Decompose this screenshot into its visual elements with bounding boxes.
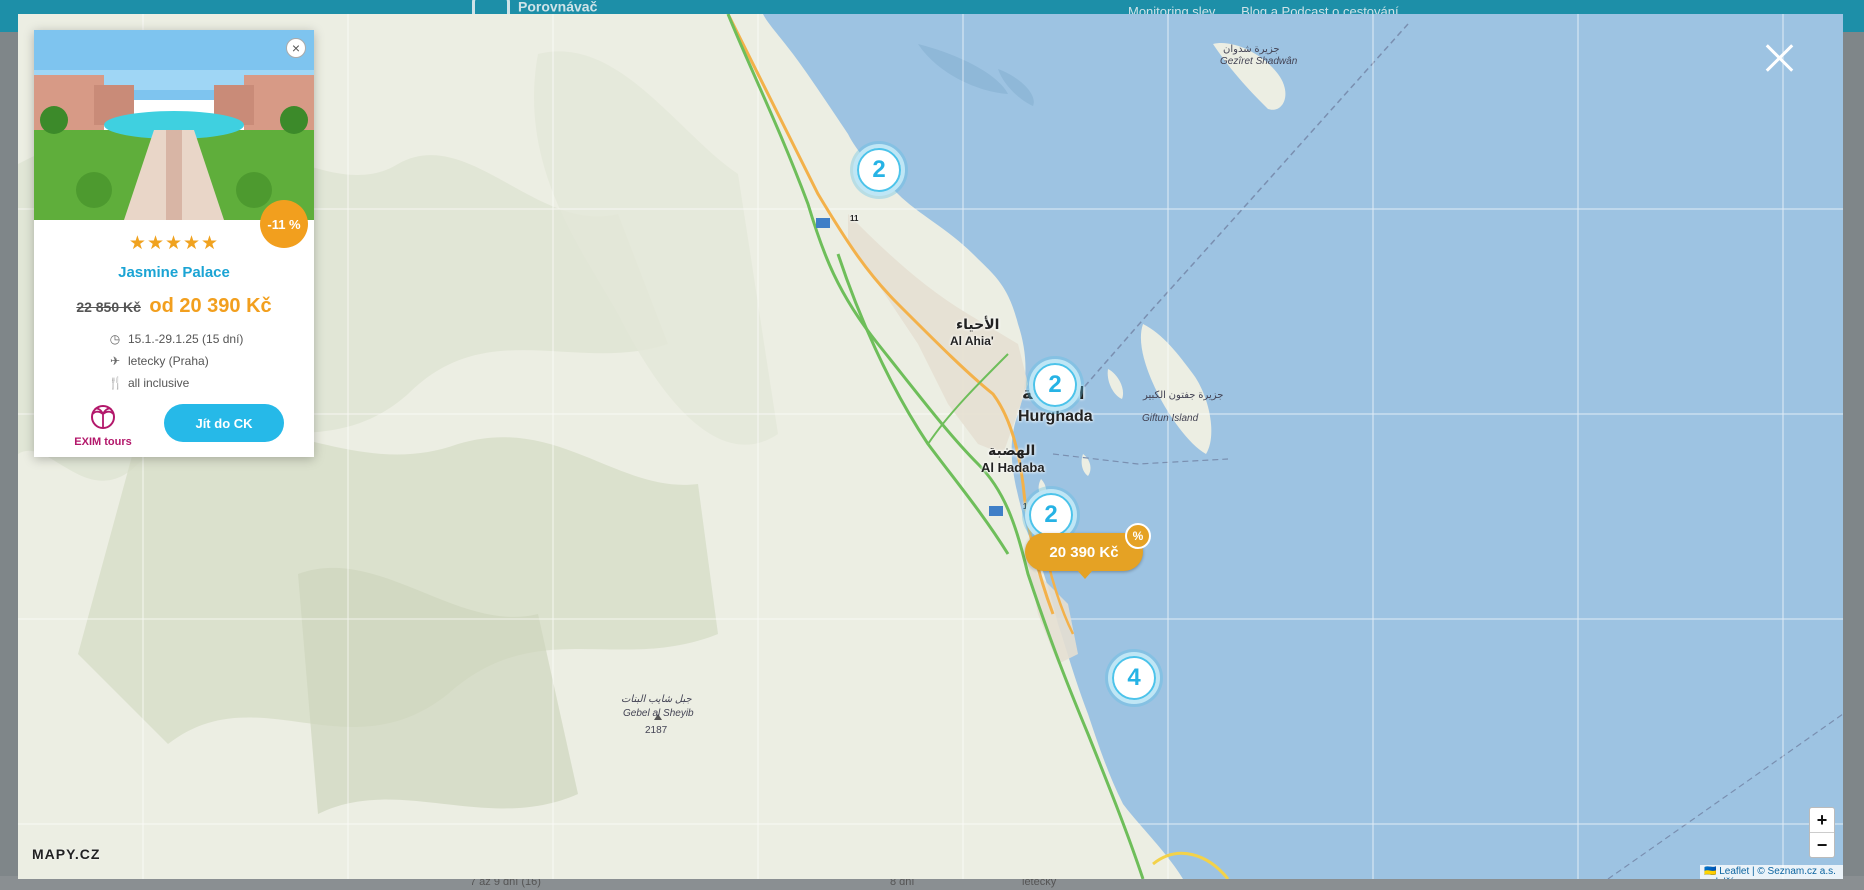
island-label-shadwan-arabic: جزيرة شدوان <box>1223 44 1280 55</box>
trip-dates-text: 15.1.-29.1.25 (15 dní) <box>128 332 244 346</box>
map-attribution[interactable]: 🇺🇦 Leaflet | © Seznam.cz a.s. a další <box>1700 865 1843 879</box>
mountain-elevation: 2187 <box>645 725 668 736</box>
zoom-control: + − <box>1809 807 1835 858</box>
hotel-popup-card: × -11 % ★★★★★ Jasmine Palace 22 850 Kč o… <box>34 30 314 457</box>
trip-transport-text: letecky (Praha) <box>128 354 209 368</box>
price-block: 22 850 Kč od 20 390 Kč <box>34 295 314 318</box>
palm-logo-icon <box>91 405 115 429</box>
zoom-out-button[interactable]: − <box>1810 832 1834 857</box>
star-rating: ★★★★★ <box>128 233 220 254</box>
cluster-count: 2 <box>1033 363 1077 407</box>
trip-dates: ◷ 15.1.-29.1.25 (15 dní) <box>108 332 244 346</box>
map-cluster-marker[interactable]: 4 <box>1108 652 1160 704</box>
airplane-icon: ✈ <box>109 354 121 368</box>
zoom-in-button[interactable]: + <box>1810 808 1834 832</box>
place-label-al-hadaba: Al Hadaba <box>981 460 1045 475</box>
mountain-label-arabic: جبل شايب البنات <box>621 694 692 705</box>
place-label-al-hadaba-arabic: الهضبة <box>988 442 1036 458</box>
place-label-al-ahia: Al Ahia' <box>950 334 994 348</box>
price-marker-label: 20 390 Kč <box>1049 543 1119 561</box>
close-card-button[interactable]: × <box>286 38 306 58</box>
tour-operator-logo: EXIM tours <box>70 404 136 448</box>
mapy-cz-logo[interactable]: MAPY.CZ <box>32 846 100 862</box>
mountain-label: Gebel al Sheyib <box>623 708 694 719</box>
tour-operator-name: EXIM tours <box>74 436 132 448</box>
clock-icon: ◷ <box>109 332 121 346</box>
original-price: 22 850 Kč <box>76 299 141 315</box>
island-label-giftun: Giftun Island <box>1142 413 1199 424</box>
island-label-shadwan: Gezîret Shadwân <box>1220 56 1298 67</box>
go-to-operator-button[interactable]: Jít do CK <box>164 404 284 442</box>
close-map-button[interactable] <box>1759 38 1799 78</box>
map-cluster-marker[interactable]: 2 <box>853 144 905 196</box>
trip-transport: ✈ letecky (Praha) <box>108 354 209 368</box>
trip-board-text: all inclusive <box>128 376 190 390</box>
cluster-count: 2 <box>857 148 901 192</box>
cutlery-icon: 🍴 <box>108 376 123 390</box>
map-cluster-marker[interactable]: 2 <box>1029 359 1081 411</box>
island-label-giftun-arabic: جزيرة جفتون الكبير <box>1143 390 1224 401</box>
cluster-count: 2 <box>1029 493 1073 537</box>
price-marker[interactable]: 20 390 Kč % <box>1025 523 1151 579</box>
discounted-price: od 20 390 Kč <box>149 295 272 317</box>
road-number-label: 11 <box>850 214 859 223</box>
hotel-photo[interactable] <box>34 30 314 220</box>
place-label-al-ahia-arabic: الأحياء <box>956 316 1000 332</box>
cluster-count: 4 <box>1112 656 1156 700</box>
discount-percent-icon: % <box>1125 523 1151 549</box>
trip-board: 🍴 all inclusive <box>108 376 189 390</box>
hotel-name-link[interactable]: Jasmine Palace <box>34 264 314 281</box>
